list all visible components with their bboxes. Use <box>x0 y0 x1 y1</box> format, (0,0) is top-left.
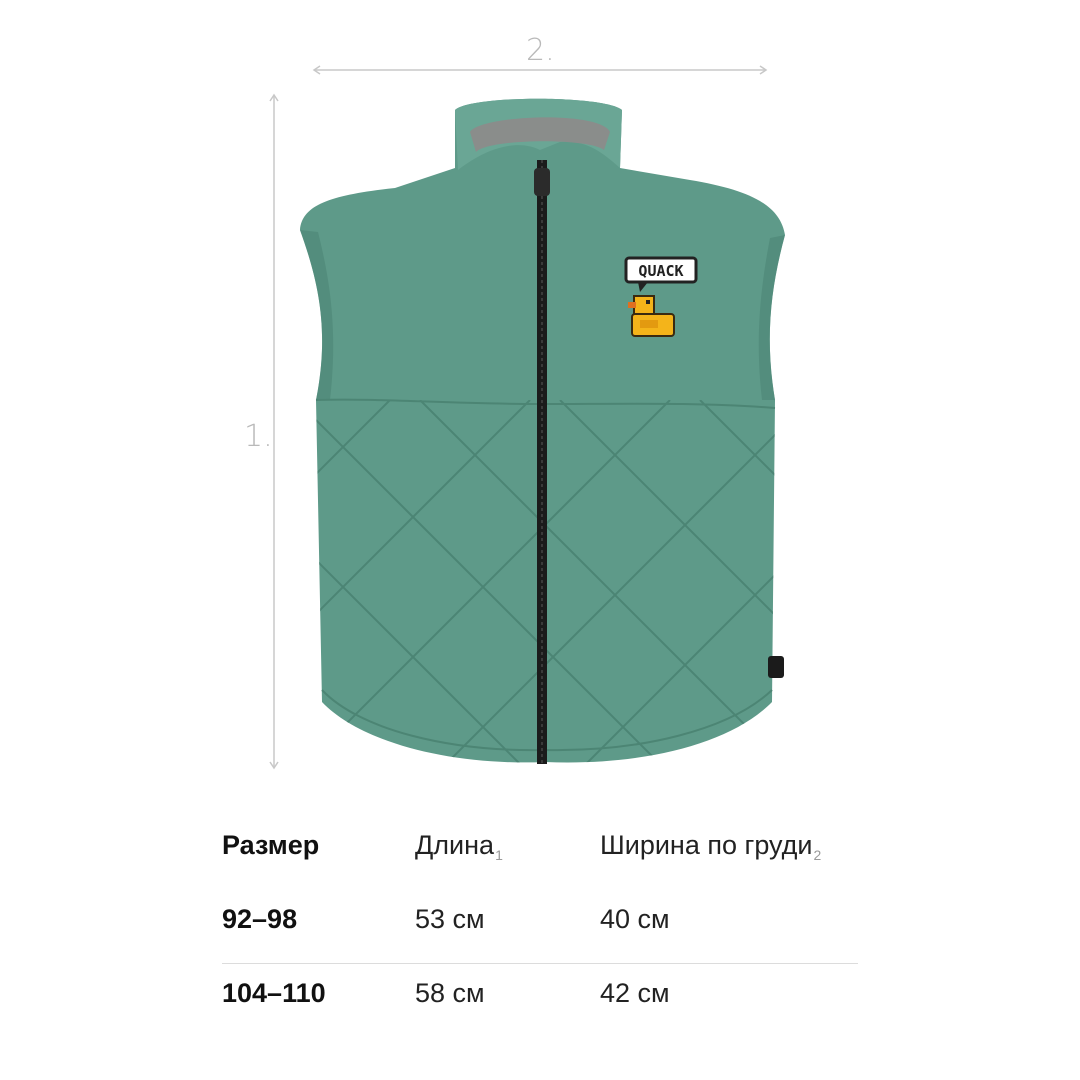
header-length: Длина1 <box>415 830 503 863</box>
row-size: 92–98 <box>222 904 298 934</box>
width-dimension-label: 2. <box>526 33 555 68</box>
vest-image: QUACK <box>300 98 785 764</box>
zipper-pull <box>534 168 550 196</box>
row-length: 58 см <box>415 978 485 1008</box>
patch-text: QUACK <box>638 262 683 280</box>
row-chest: 40 см <box>600 904 670 934</box>
table-row: 104–110 58 см 42 см <box>222 964 858 1034</box>
row-chest: 42 см <box>600 978 670 1008</box>
header-length-ref: 1 <box>495 847 503 863</box>
size-table: Размер Длина1 Ширина по груди2 92–98 53 … <box>222 830 858 1034</box>
size-table-header: Размер Длина1 Ширина по груди2 <box>222 830 858 894</box>
header-chest-ref: 2 <box>813 847 822 863</box>
brand-tag <box>768 656 784 678</box>
header-size: Размер <box>222 830 320 860</box>
table-row: 92–98 53 см 40 см <box>222 894 858 964</box>
row-length: 53 см <box>415 904 485 934</box>
header-chest: Ширина по груди2 <box>600 830 822 863</box>
row-size: 104–110 <box>222 978 326 1008</box>
length-dimension-label: 1. <box>244 419 273 454</box>
